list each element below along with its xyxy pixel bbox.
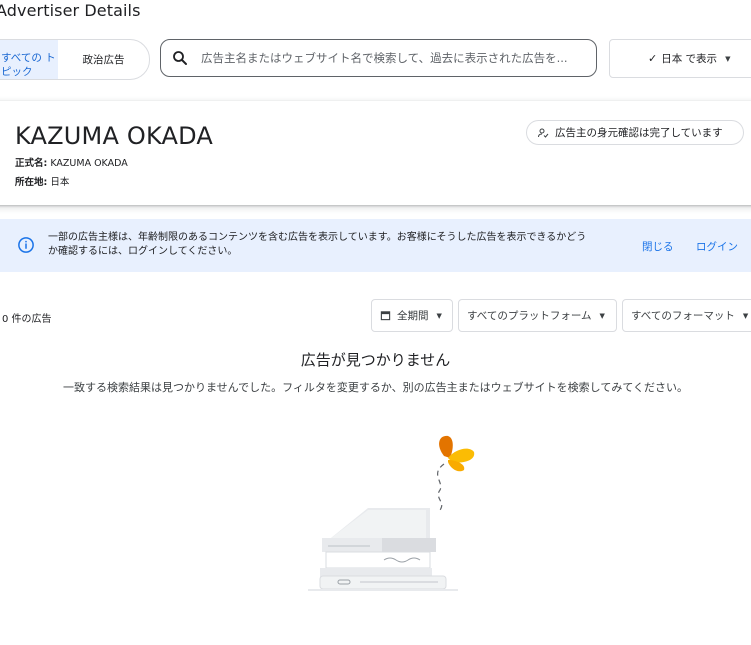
search-box [160, 39, 597, 77]
advertiser-card: KAZUMA OKADA 正式名: KAZUMA OKADA 所在地: 日本 広… [0, 101, 751, 205]
legal-name-label: 正式名: [15, 158, 48, 169]
search-icon [173, 51, 187, 65]
empty-state-message: 一致する検索結果は見つかりませんでした。フィルタを変更するか、別の広告主またはウ… [62, 381, 688, 394]
tab-all-topics-label: すべての トピック [1, 52, 56, 78]
empty-state-title: 広告が見つかりません [300, 351, 451, 369]
tab-all-topics[interactable]: すべての トピック [0, 40, 58, 79]
tab-political-ads[interactable]: 政治広告 [58, 40, 149, 79]
advertiser-name: KAZUMA OKADA [15, 122, 213, 150]
verification-chip[interactable]: 広告主の身元確認は完了しています [526, 120, 744, 145]
butterfly-icon [439, 435, 475, 472]
region-label: 日本 で表示 [661, 53, 718, 65]
chevron-down-icon: ▼ [436, 311, 442, 320]
ad-count: 0 件の広告 [2, 314, 52, 325]
legal-name-row: 正式名: KAZUMA OKADA [15, 155, 128, 169]
chevron-down-icon: ▼ [599, 311, 605, 320]
date-filter-label: 全期間 [397, 310, 429, 322]
close-banner-button[interactable]: 閉じる [642, 239, 674, 254]
date-filter[interactable]: 全期間 ▼ [371, 299, 453, 332]
format-filter[interactable]: すべてのフォーマット ▼ [622, 299, 751, 332]
format-filter-label: すべてのフォーマット [631, 310, 735, 322]
banner-message: 一部の広告主様は、年齢制限のあるコンテンツを含む広告を表示しています。お客様にそ… [48, 232, 587, 257]
platform-filter-label: すべてのプラットフォーム [467, 310, 592, 322]
topic-toggle: すべての トピック 政治広告 [0, 39, 150, 80]
region-selector-button[interactable]: ✓ 日本 で表示 ▼ [609, 39, 751, 78]
tab-political-ads-label: 政治広告 [82, 54, 125, 66]
verification-text: 広告主の身元確認は完了しています [555, 127, 723, 139]
location-label: 所在地: [15, 177, 48, 188]
check-icon: ✓ [648, 52, 658, 65]
calendar-icon [380, 311, 391, 321]
login-button[interactable]: ログイン [696, 239, 738, 254]
info-banner: 一部の広告主様は、年齢制限のあるコンテンツを含む広告を表示しています。お客様にそ… [0, 219, 751, 272]
books-butterfly-illustration [308, 435, 475, 591]
location-value: 日本 [50, 177, 70, 188]
info-icon [18, 237, 34, 253]
search-input[interactable] [199, 50, 596, 66]
chevron-down-icon: ▼ [742, 311, 749, 320]
location-row: 所在地: 日本 [15, 174, 69, 188]
page-title: Advertiser Details [0, 1, 141, 20]
chevron-down-icon: ▼ [725, 54, 731, 63]
platform-filter[interactable]: すべてのプラットフォーム ▼ [458, 299, 617, 332]
legal-name-value: KAZUMA OKADA [50, 158, 128, 169]
verified-user-icon [538, 128, 549, 138]
